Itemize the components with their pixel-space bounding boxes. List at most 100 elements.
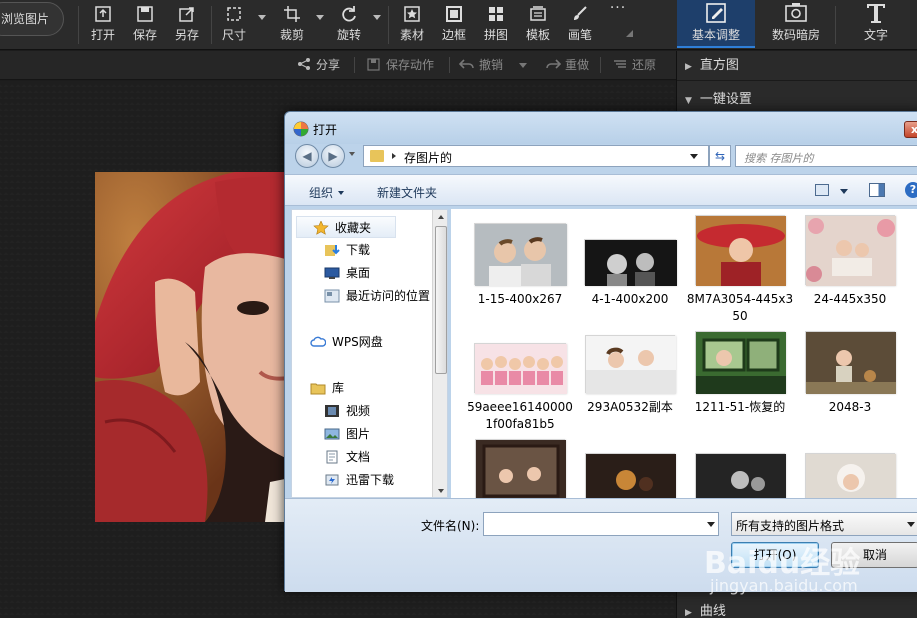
open-file-dialog: 打开 x ◀ ▶ 存图片的 ⇆ 搜索 存图片的 组织 新建文件夹 ? 收藏夹 下… <box>284 111 917 592</box>
material-tool-label: 素材 <box>399 28 424 42</box>
save-action-button[interactable]: 保存动作 <box>366 56 434 74</box>
baby-costume-photo <box>806 454 896 498</box>
new-folder-button[interactable]: 新建文件夹 <box>377 184 437 201</box>
nav-scrollbar[interactable] <box>432 210 447 497</box>
thunder-download-icon <box>324 472 340 486</box>
panel-corner-arrow <box>626 30 633 37</box>
restore-label: 还原 <box>632 58 657 72</box>
child-train-window-photo <box>696 332 786 394</box>
refresh-button[interactable]: ⇆ <box>709 145 731 167</box>
chevron-down-icon[interactable] <box>907 522 915 527</box>
section-curves[interactable]: ▶ 曲线 <box>677 597 917 618</box>
tab-digital-darkroom[interactable]: 数码暗房 <box>757 0 835 48</box>
nav-libraries[interactable]: 库 <box>310 377 344 399</box>
filetype-select[interactable]: 所有支持的图片格式 <box>731 512 917 536</box>
restore-button[interactable]: 还原 <box>612 56 656 74</box>
back-button[interactable]: ◀ <box>295 144 319 168</box>
picture-icon <box>324 426 340 440</box>
recent-locations-dropdown[interactable] <box>349 152 355 156</box>
file-item[interactable]: 8M7A3054-445x350 <box>685 215 795 327</box>
address-bar[interactable]: 存图片的 <box>363 145 709 167</box>
nav-wps-drive[interactable]: WPS网盘 <box>310 331 383 353</box>
brush-tool-button[interactable]: 画笔 <box>565 0 595 50</box>
preview-pane-button[interactable] <box>869 183 885 197</box>
template-icon <box>528 4 548 24</box>
expand-arrow-icon: ▶ <box>685 62 692 72</box>
save-tool-button[interactable]: 保存 <box>130 0 160 50</box>
tab-text[interactable]: 文字 <box>840 0 912 48</box>
tab-basic-adjust[interactable]: 基本调整 <box>677 0 755 48</box>
address-dropdown-arrow[interactable] <box>690 154 698 159</box>
filename-input[interactable] <box>483 512 719 536</box>
scroll-up-icon[interactable] <box>438 215 444 219</box>
desktop-icon <box>324 265 340 279</box>
forward-button[interactable]: ▶ <box>321 144 345 168</box>
scrollbar-thumb[interactable] <box>435 226 447 374</box>
rotate-tool-button[interactable]: 旋转 <box>334 0 364 50</box>
rotate-dropdown-arrow[interactable] <box>373 15 381 20</box>
collage-tool-button[interactable]: 拼图 <box>481 0 511 50</box>
nav-favorites[interactable]: 收藏夹 <box>296 216 396 238</box>
resize-tool-button[interactable]: 尺寸 <box>219 0 249 50</box>
more-tools-button[interactable]: ··· <box>608 0 628 48</box>
file-item[interactable] <box>575 453 685 498</box>
redo-button[interactable]: 重做 <box>545 56 589 74</box>
file-thumbnail <box>695 453 786 498</box>
help-button[interactable]: ? <box>905 182 917 198</box>
search-input[interactable]: 搜索 存图片的 <box>735 145 917 167</box>
kids-flowers-photo <box>806 216 896 286</box>
file-item[interactable] <box>795 453 905 498</box>
view-mode-dropdown[interactable] <box>840 189 848 194</box>
file-item[interactable]: 293A0532副本 <box>575 331 685 443</box>
close-button[interactable]: x <box>904 121 917 138</box>
dialog-title-bar[interactable]: 打开 x <box>285 112 917 144</box>
save-as-tool-button[interactable]: 另存 <box>172 0 202 50</box>
forward-arrow-icon: ▶ <box>328 149 338 163</box>
frame-tool-button[interactable]: 边框 <box>439 0 469 50</box>
browse-images-button[interactable]: 浏览图片 <box>0 2 64 36</box>
open-icon <box>93 4 113 24</box>
undo-button[interactable]: 撤销 <box>458 56 503 74</box>
organize-menu[interactable]: 组织 <box>309 184 345 201</box>
file-item[interactable]: 4-1-400x200 <box>575 223 685 335</box>
save-tool-label: 保存 <box>132 28 157 42</box>
save-as-icon <box>177 4 197 24</box>
file-thumbnail <box>474 343 567 394</box>
back-arrow-icon: ◀ <box>302 149 312 163</box>
nav-recent[interactable]: 最近访问的位置 <box>324 285 430 307</box>
filename-dropdown-arrow[interactable] <box>707 522 715 527</box>
file-item[interactable]: 1-15-400x267 <box>465 223 575 335</box>
nav-thunder-downloads[interactable]: 迅雷下载 <box>324 469 394 491</box>
file-thumbnail <box>584 239 677 286</box>
share-button[interactable]: 分享 <box>296 56 340 74</box>
undo-icon <box>458 57 475 71</box>
file-item[interactable]: 1211-51-恢复的 <box>685 331 795 443</box>
nav-desktop[interactable]: 桌面 <box>324 262 370 284</box>
resize-dropdown-arrow[interactable] <box>258 15 266 20</box>
crop-tool-button[interactable]: 裁剪 <box>277 0 307 50</box>
nav-videos[interactable]: 视频 <box>324 400 370 422</box>
undo-dropdown-arrow[interactable] <box>519 63 527 68</box>
file-item[interactable]: 2048-3 <box>795 331 905 443</box>
open-tool-button[interactable]: 打开 <box>88 0 118 50</box>
section-histogram[interactable]: ▶ 直方图 <box>677 51 917 81</box>
file-item[interactable]: 24-445x350 <box>795 215 905 327</box>
folder-icon <box>370 150 384 162</box>
material-tool-button[interactable]: 素材 <box>397 0 427 50</box>
view-mode-button[interactable] <box>815 184 829 196</box>
file-item[interactable] <box>465 439 575 498</box>
close-icon: x <box>910 123 917 136</box>
file-item[interactable]: 59aeee161400001f00fa81b5 <box>465 331 575 443</box>
file-thumbnail <box>805 453 896 498</box>
nav-pictures[interactable]: 图片 <box>324 423 370 445</box>
scroll-down-icon[interactable] <box>438 489 444 493</box>
file-item[interactable] <box>685 453 795 498</box>
toolbar-divider <box>388 6 389 44</box>
crop-dropdown-arrow[interactable] <box>316 15 324 20</box>
nav-documents[interactable]: 文档 <box>324 446 370 468</box>
breadcrumb-folder[interactable]: 存图片的 <box>404 149 452 166</box>
template-tool-button[interactable]: 模板 <box>523 0 553 50</box>
resize-tool-label: 尺寸 <box>221 28 246 42</box>
nav-downloads[interactable]: 下载 <box>324 239 370 261</box>
file-thumbnail <box>695 215 786 286</box>
